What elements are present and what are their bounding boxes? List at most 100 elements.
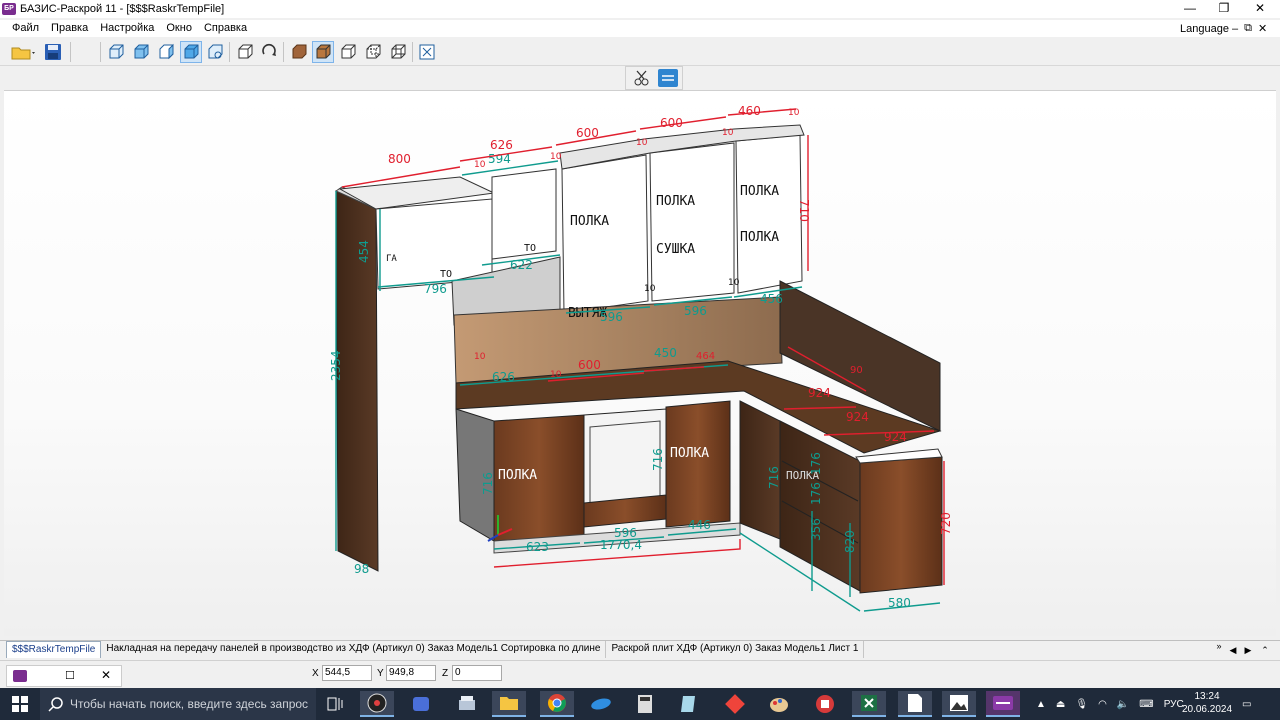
tray-keyboard-icon[interactable]: ⌨ bbox=[1139, 699, 1153, 710]
tabs-next-button[interactable]: ▶ bbox=[1241, 642, 1255, 658]
mini-restore-icon[interactable]: ☐ bbox=[65, 669, 75, 682]
tab-invoice[interactable]: Накладная на передачу панелей в производ… bbox=[101, 641, 607, 658]
file-icon[interactable] bbox=[898, 691, 932, 717]
dim-label: 622 bbox=[510, 258, 533, 272]
dim-label: 600 bbox=[660, 116, 683, 130]
chrome-icon[interactable] bbox=[540, 691, 574, 717]
dim-label: 596 bbox=[684, 304, 707, 318]
dim-label: 10 bbox=[788, 108, 800, 118]
mdi-minimize-button[interactable]: – bbox=[1232, 23, 1238, 35]
maximize-button[interactable]: ❐ bbox=[1206, 0, 1242, 18]
open-folder-icon[interactable] bbox=[8, 41, 38, 63]
view-box-icon[interactable] bbox=[204, 41, 226, 63]
panel-text: ТО bbox=[524, 243, 536, 254]
tabs-prev-button[interactable]: ◀ bbox=[1226, 642, 1240, 658]
dim-label: 924 bbox=[884, 430, 907, 444]
minimized-window[interactable]: ☐ ✕ bbox=[6, 665, 122, 687]
window-title: БАЗИС-Раскрой 11 - [$$$RaskrTempFile] bbox=[20, 3, 225, 15]
panel-list-icon[interactable] bbox=[658, 69, 678, 87]
clock-date: 20.06.2024 bbox=[1181, 704, 1233, 715]
tabs-menu-button[interactable]: » bbox=[1212, 638, 1226, 654]
dim-label: 454 bbox=[357, 240, 371, 263]
dim-label: 1770,4 bbox=[600, 538, 642, 552]
rotate-icon[interactable] bbox=[258, 41, 280, 63]
upper-cabinet-door-3 bbox=[561, 154, 649, 314]
file-explorer-icon[interactable] bbox=[492, 691, 526, 717]
dim-label: 10 bbox=[550, 152, 562, 162]
zoom-fit-icon[interactable] bbox=[416, 41, 438, 63]
tab-temp-file[interactable]: $$$RaskrTempFile bbox=[6, 641, 102, 658]
close-button[interactable]: ✕ bbox=[1242, 0, 1278, 18]
language-menu[interactable]: Language bbox=[1176, 23, 1233, 35]
dim-label: 924 bbox=[846, 410, 869, 424]
paint-icon[interactable] bbox=[762, 691, 796, 717]
z-coordinate-field[interactable]: 0 bbox=[452, 665, 502, 681]
view-top-icon[interactable] bbox=[130, 41, 152, 63]
tabs-collapse-button[interactable]: ⌃ bbox=[1258, 642, 1272, 658]
y-coordinate-field[interactable]: 949,8 bbox=[386, 665, 436, 681]
minimize-button[interactable]: — bbox=[1172, 0, 1208, 18]
dim-label: 800 bbox=[388, 152, 411, 166]
dim-label: 820 bbox=[843, 530, 857, 553]
app-xd-icon[interactable] bbox=[404, 691, 438, 717]
tray-network-icon[interactable]: ◠ bbox=[1098, 699, 1107, 710]
taskbar-clock[interactable]: 13:24 20.06.2024 bbox=[1180, 690, 1234, 716]
dim-label: 90 bbox=[850, 365, 863, 376]
excel-icon[interactable] bbox=[852, 691, 886, 717]
x-coordinate-field[interactable]: 544,5 bbox=[322, 665, 372, 681]
menu-window[interactable]: Окно bbox=[160, 20, 198, 37]
taskbar-search[interactable]: Чтобы начать поиск, введите здесь запрос bbox=[40, 688, 316, 720]
z-label: Z bbox=[442, 668, 449, 679]
scissors-icon[interactable] bbox=[632, 69, 652, 87]
notes-icon[interactable] bbox=[672, 691, 706, 717]
wireframe-all-icon[interactable] bbox=[387, 41, 409, 63]
windows-taskbar: Чтобы начать поиск, введите здесь запрос… bbox=[0, 688, 1280, 720]
notifications-icon[interactable]: ▭ bbox=[1242, 688, 1251, 720]
mdi-close-button[interactable]: ✕ bbox=[1258, 22, 1267, 35]
edge-icon[interactable] bbox=[584, 691, 618, 717]
menu-file[interactable]: Файл bbox=[6, 20, 45, 37]
wireframe-icon[interactable] bbox=[337, 41, 359, 63]
solid-wood-icon[interactable] bbox=[288, 41, 310, 63]
panel-text: ПОЛКА bbox=[656, 194, 695, 209]
scanner-icon[interactable] bbox=[450, 691, 484, 717]
dim-label: 98 bbox=[354, 562, 369, 576]
search-placeholder: Чтобы начать поиск, введите здесь запрос bbox=[70, 697, 309, 711]
calculator-icon[interactable] bbox=[628, 691, 662, 717]
panel-text: СУШКА bbox=[656, 242, 695, 257]
menu-help[interactable]: Справка bbox=[198, 20, 253, 37]
toolbar-separator bbox=[283, 42, 284, 62]
windows-start-icon[interactable] bbox=[0, 688, 40, 720]
3d-viewport[interactable]: ПОЛКА ПОЛКА ПОЛКА СУШКА ПОЛКА ПОЛКА ПОЛК… bbox=[4, 90, 1276, 636]
tray-usb-icon[interactable]: ⏏ bbox=[1056, 699, 1065, 710]
system-tray: ▲ ⏏ 🎙 ◠ 🔈 ⌨ РУС bbox=[1036, 688, 1184, 720]
view-front-icon[interactable] bbox=[105, 41, 127, 63]
menu-settings[interactable]: Настройка bbox=[94, 20, 160, 37]
menu-edit[interactable]: Правка bbox=[45, 20, 94, 37]
wireframe-hidden-icon[interactable] bbox=[362, 41, 384, 63]
toolbar-separator bbox=[412, 42, 413, 62]
dim-label: 626 bbox=[490, 138, 513, 152]
save-icon[interactable] bbox=[42, 41, 64, 63]
tray-expand-icon[interactable]: ▲ bbox=[1036, 699, 1046, 710]
obs-icon[interactable] bbox=[360, 691, 394, 717]
shaded-box-icon[interactable] bbox=[312, 41, 334, 63]
panel-text: ГА bbox=[386, 254, 397, 264]
dim-label: 580 bbox=[888, 596, 911, 610]
mdi-restore-button[interactable]: ⧉ bbox=[1244, 22, 1252, 35]
photos-icon[interactable] bbox=[942, 691, 976, 717]
toolbar-separator bbox=[70, 42, 71, 62]
dim-label: 464 bbox=[696, 351, 715, 362]
bazis-icon[interactable] bbox=[986, 691, 1020, 717]
view-side-icon[interactable] bbox=[155, 41, 177, 63]
anydesk-icon[interactable] bbox=[718, 691, 752, 717]
dim-label: 10 bbox=[550, 370, 562, 380]
tray-volume-icon[interactable]: 🔈 bbox=[1117, 699, 1129, 710]
task-view-icon[interactable] bbox=[318, 691, 352, 717]
view-iso-icon[interactable] bbox=[180, 41, 202, 63]
tab-cutting-layout[interactable]: Раскрой плит ХДФ (Артикул 0) Заказ Модел… bbox=[606, 641, 865, 658]
app-red-icon[interactable] bbox=[808, 691, 842, 717]
mini-close-icon[interactable]: ✕ bbox=[101, 668, 111, 682]
rotate-cube-icon[interactable] bbox=[234, 41, 256, 63]
tray-mic-icon[interactable]: 🎙 bbox=[1075, 699, 1088, 710]
